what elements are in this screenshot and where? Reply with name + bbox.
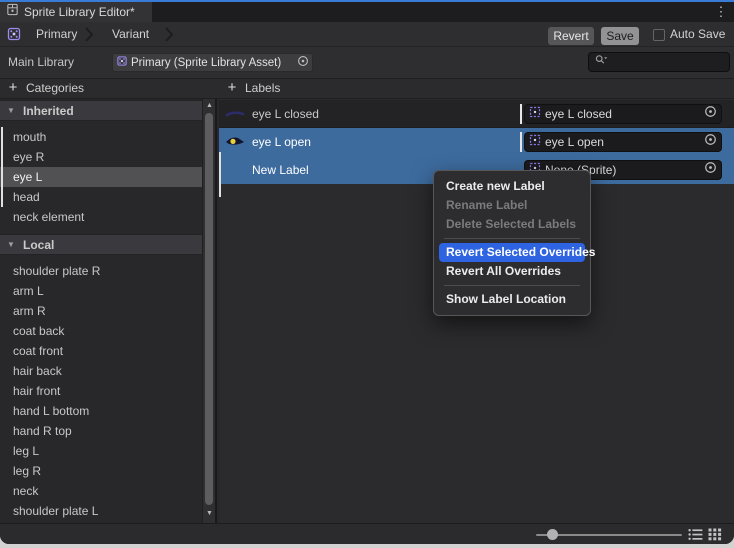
sprite-object-field[interactable]: eye L open bbox=[524, 132, 722, 152]
object-picker-icon[interactable] bbox=[704, 161, 717, 179]
category-item-neck[interactable]: neck bbox=[0, 481, 203, 501]
save-button[interactable]: Save bbox=[601, 27, 639, 45]
labels-header: + Labels bbox=[219, 79, 734, 98]
tab-strip: Sprite Library Editor* ⋮ bbox=[0, 2, 734, 22]
categories-header-title: Categories bbox=[26, 79, 84, 98]
main-library-object-field[interactable]: Primary (Sprite Library Asset) bbox=[112, 53, 313, 72]
label-name: eye L open bbox=[252, 128, 311, 156]
sprite-icon bbox=[529, 105, 541, 123]
label-row-eye-l-closed[interactable]: eye L closed eye L closed bbox=[219, 100, 734, 128]
menu-item-revert-selected-overrides[interactable]: Revert Selected Overrides bbox=[439, 243, 585, 262]
scroll-up-icon[interactable]: ▲ bbox=[203, 100, 216, 112]
override-marker bbox=[520, 132, 522, 152]
category-item-eye-r[interactable]: eye R bbox=[0, 147, 203, 167]
category-item-coat-back[interactable]: coat back bbox=[0, 321, 203, 341]
breadcrumb-primary[interactable]: Primary bbox=[36, 22, 77, 47]
sprite-library-asset-icon bbox=[116, 54, 128, 72]
label-row-eye-l-open[interactable]: eye L open eye L open bbox=[219, 128, 734, 156]
categories-header: + Categories bbox=[0, 79, 217, 98]
search-field[interactable] bbox=[588, 52, 730, 72]
menu-item-show-label-location[interactable]: Show Label Location bbox=[434, 290, 590, 309]
main-library-label: Main Library bbox=[8, 47, 74, 78]
search-input[interactable] bbox=[608, 56, 734, 68]
category-item-leg-l[interactable]: leg L bbox=[0, 441, 203, 461]
context-menu: Create new Label Rename Label Delete Sel… bbox=[433, 170, 591, 316]
menu-item-rename-label: Rename Label bbox=[434, 196, 590, 215]
category-item-hair-back[interactable]: hair back bbox=[0, 361, 203, 381]
object-picker-icon[interactable] bbox=[297, 54, 309, 72]
categories-scrollbar[interactable]: ▲ ▼ bbox=[202, 99, 215, 523]
category-item-hand-l-bottom[interactable]: hand L bottom bbox=[0, 401, 203, 421]
labels-header-title: Labels bbox=[245, 79, 280, 98]
grid-view-icon[interactable] bbox=[708, 528, 722, 544]
thumbnail-size-slider-handle[interactable] bbox=[547, 529, 558, 540]
breadcrumb-separator-icon bbox=[164, 26, 174, 48]
category-item-coat-front[interactable]: coat front bbox=[0, 341, 203, 361]
category-item-arm-l[interactable]: arm L bbox=[0, 281, 203, 301]
category-item-mouth[interactable]: mouth bbox=[0, 127, 203, 147]
menu-item-delete-selected-labels: Delete Selected Labels bbox=[434, 215, 590, 234]
chevron-down-icon[interactable]: ▼ bbox=[7, 235, 15, 255]
main-library-row: Main Library Primary (Sprite Library Ass… bbox=[0, 47, 734, 78]
auto-save-checkbox[interactable] bbox=[653, 29, 665, 41]
main-library-value: Primary (Sprite Library Asset) bbox=[131, 57, 294, 69]
category-item-neck-element[interactable]: neck element bbox=[0, 207, 203, 227]
bottom-bar bbox=[0, 523, 734, 544]
scroll-down-icon[interactable]: ▼ bbox=[203, 508, 216, 520]
group-header-local[interactable]: ▼ Local bbox=[0, 234, 215, 255]
toolbar: Primary Variant Revert Save Auto Save bbox=[0, 22, 734, 47]
sprite-library-editor-window: Sprite Library Editor* ⋮ Primary Variant… bbox=[0, 0, 734, 544]
label-name: eye L closed bbox=[252, 100, 319, 128]
override-marker bbox=[219, 152, 221, 197]
menu-item-create-new-label[interactable]: Create new Label bbox=[434, 177, 590, 196]
chevron-down-icon[interactable]: ▼ bbox=[7, 101, 15, 121]
tab-sprite-library-editor[interactable]: Sprite Library Editor* bbox=[0, 2, 152, 22]
category-item-hair-front[interactable]: hair front bbox=[0, 381, 203, 401]
category-item-hand-r-top[interactable]: hand R top bbox=[0, 421, 203, 441]
category-item-shoulder-plate-r[interactable]: shoulder plate R bbox=[0, 261, 203, 281]
object-picker-icon[interactable] bbox=[704, 105, 717, 123]
search-icon bbox=[594, 53, 608, 72]
auto-save-label: Auto Save bbox=[670, 22, 725, 47]
override-marker bbox=[520, 104, 522, 124]
categories-panel: ▼ Inherited mouth eye R eye L head neck … bbox=[0, 99, 217, 523]
tab-title: Sprite Library Editor* bbox=[24, 5, 135, 19]
panel-headers: + Categories + Labels bbox=[0, 78, 734, 99]
list-view-icon[interactable] bbox=[688, 528, 703, 544]
breadcrumb-separator-icon bbox=[84, 26, 94, 48]
override-marker bbox=[1, 127, 3, 207]
eye-closed-sprite-thumbnail bbox=[224, 106, 246, 122]
menu-divider bbox=[444, 238, 580, 239]
kebab-menu-icon[interactable]: ⋮ bbox=[712, 2, 730, 22]
scrollbar-thumb[interactable] bbox=[205, 113, 213, 505]
sprite-library-editor-icon bbox=[6, 3, 19, 21]
breadcrumb-variant[interactable]: Variant bbox=[112, 22, 149, 47]
eye-open-sprite-thumbnail bbox=[224, 134, 246, 150]
sprite-object-field[interactable]: eye L closed bbox=[524, 104, 722, 124]
category-item-leg-r[interactable]: leg R bbox=[0, 461, 203, 481]
revert-button[interactable]: Revert bbox=[548, 27, 594, 45]
add-label-icon[interactable]: + bbox=[224, 79, 240, 98]
add-category-icon[interactable]: + bbox=[5, 79, 21, 98]
sprite-icon bbox=[529, 133, 541, 151]
category-item-head[interactable]: head bbox=[0, 187, 203, 207]
sprite-library-asset-icon bbox=[6, 26, 22, 47]
category-item-eye-l[interactable]: eye L bbox=[0, 167, 203, 187]
menu-item-revert-all-overrides[interactable]: Revert All Overrides bbox=[434, 262, 590, 281]
group-header-inherited[interactable]: ▼ Inherited bbox=[0, 100, 215, 121]
category-item-arm-r[interactable]: arm R bbox=[0, 301, 203, 321]
object-picker-icon[interactable] bbox=[704, 133, 717, 151]
category-item-shoulder-plate-l[interactable]: shoulder plate L bbox=[0, 501, 203, 521]
menu-divider bbox=[444, 285, 580, 286]
label-name: New Label bbox=[252, 156, 309, 184]
